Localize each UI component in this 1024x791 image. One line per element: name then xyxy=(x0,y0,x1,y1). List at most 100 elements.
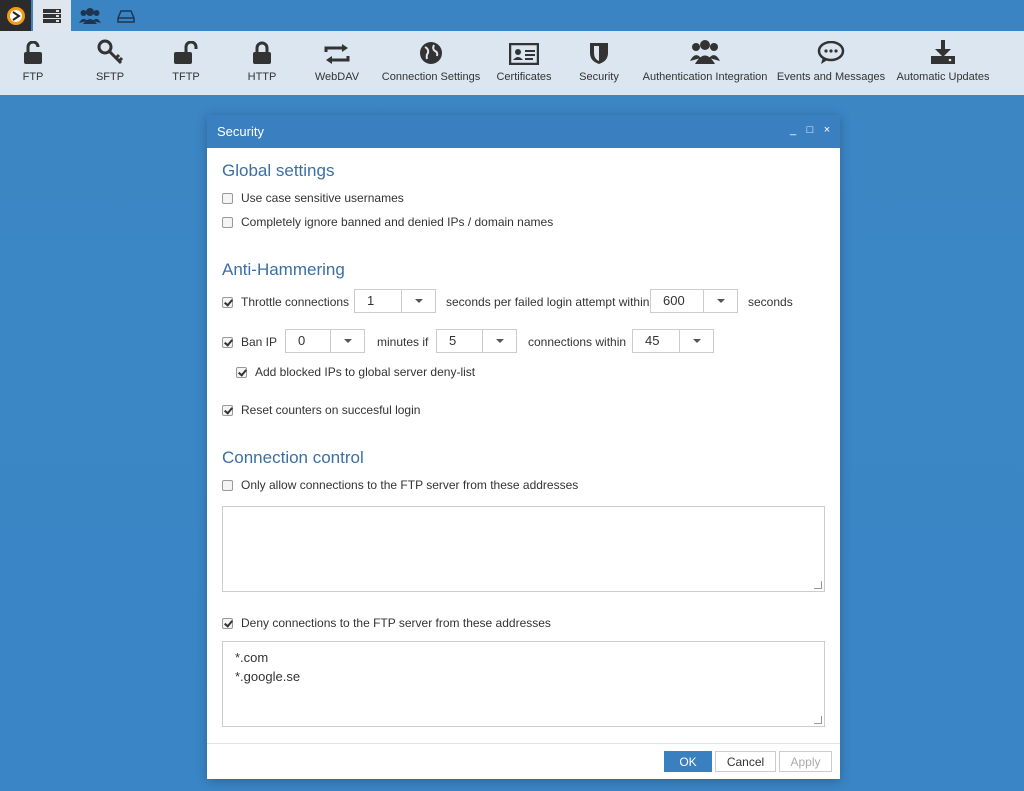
toolbar-webdav[interactable]: WebDAV xyxy=(312,31,362,95)
minimize-icon[interactable]: _ xyxy=(788,124,798,136)
maximize-icon[interactable]: □ xyxy=(805,124,815,136)
users-icon xyxy=(690,40,720,64)
resize-grip-icon[interactable] xyxy=(814,716,822,724)
checkbox-box[interactable] xyxy=(222,296,233,308)
checkbox-label: Completely ignore banned and denied IPs … xyxy=(241,215,554,229)
toolbar-authentication-integration[interactable]: Authentication Integration xyxy=(643,31,767,95)
ok-button[interactable]: OK xyxy=(664,751,712,772)
lock-open-icon xyxy=(24,41,42,64)
address-line: *.google.se xyxy=(235,669,301,684)
checkbox-box[interactable] xyxy=(222,404,233,416)
throttle-end-text: seconds xyxy=(748,295,793,309)
deny-addresses-textarea[interactable]: *.com *.google.se xyxy=(222,641,825,727)
chevron-down-icon[interactable] xyxy=(679,330,713,352)
ban-connections-select[interactable]: 5 xyxy=(436,329,517,353)
toolbar-label: Security xyxy=(579,71,619,83)
connection-control-heading: Connection control xyxy=(222,448,364,467)
checkbox-label: Reset counters on succesful login xyxy=(241,403,421,417)
shield-icon xyxy=(590,43,608,64)
checkbox-box[interactable] xyxy=(236,366,247,378)
ban-mid-text: minutes if xyxy=(377,335,429,349)
toolbar-security[interactable]: Security xyxy=(576,31,622,95)
toolbar-label: Connection Settings xyxy=(381,71,481,83)
checkbox-box[interactable] xyxy=(222,216,233,228)
throttle-checkbox[interactable]: Throttle connections xyxy=(222,295,349,309)
ignore-banned-checkbox[interactable]: Completely ignore banned and denied IPs … xyxy=(222,215,553,229)
toolbar-label: Certificates xyxy=(496,71,552,83)
app-logo[interactable] xyxy=(0,0,31,31)
checkbox-label: Add blocked IPs to global server deny-li… xyxy=(255,365,476,379)
id-card-icon xyxy=(509,43,539,65)
chevron-down-icon[interactable] xyxy=(482,330,516,352)
deny-checkbox[interactable]: Deny connections to the FTP server from … xyxy=(222,616,551,630)
throttle-within-select[interactable]: 600 xyxy=(650,289,738,313)
toolbar-label: SFTP xyxy=(95,71,125,83)
select-value: 600 xyxy=(663,293,685,308)
toolbar-label: Events and Messages xyxy=(776,71,886,83)
case-sensitive-checkbox[interactable]: Use case sensitive usernames xyxy=(222,191,404,205)
toolbar-label: TFTP xyxy=(172,71,200,83)
select-value: 1 xyxy=(367,293,375,308)
resize-grip-icon[interactable] xyxy=(814,581,822,589)
globe-icon xyxy=(420,42,442,64)
dialog-title: Security xyxy=(217,124,264,139)
address-line: *.com xyxy=(235,650,269,665)
dialog-footer: OK Cancel Apply xyxy=(207,743,840,779)
checkbox-box[interactable] xyxy=(222,336,233,348)
toolbar-certificates[interactable]: Certificates xyxy=(494,31,554,95)
servers-tab[interactable] xyxy=(33,0,71,31)
ban-mid2-text: connections within xyxy=(528,335,627,349)
toolbar-label: FTP xyxy=(22,71,44,83)
drive-tab[interactable] xyxy=(107,0,145,31)
chevron-down-icon[interactable] xyxy=(703,290,737,312)
apply-button[interactable]: Apply xyxy=(779,751,832,772)
add-blocked-checkbox[interactable]: Add blocked IPs to global server deny-li… xyxy=(236,365,475,379)
anti-hammering-heading: Anti-Hammering xyxy=(222,260,345,279)
checkbox-label: Ban IP xyxy=(241,335,278,349)
checkbox-box[interactable] xyxy=(222,192,233,204)
ban-minutes-select[interactable]: 0 xyxy=(285,329,365,353)
select-value: 0 xyxy=(298,333,306,348)
cancel-button[interactable]: Cancel xyxy=(715,751,776,772)
top-bar xyxy=(0,0,1024,31)
toolbar-events-and-messages[interactable]: Events and Messages xyxy=(776,31,886,95)
global-settings-heading: Global settings xyxy=(222,161,335,180)
lock-icon xyxy=(253,41,271,64)
dialog-content: Global settings Use case sensitive usern… xyxy=(207,148,840,744)
security-dialog: Security _ □ × Global settings Use case … xyxy=(207,115,840,779)
toolbar-ftp[interactable]: FTP xyxy=(14,31,52,95)
toolbar-automatic-updates[interactable]: Automatic Updates xyxy=(896,31,990,95)
select-value: 5 xyxy=(449,333,457,348)
checkbox-label: Throttle connections xyxy=(241,295,350,309)
checkbox-label: Deny connections to the FTP server from … xyxy=(241,616,551,630)
throttle-mid-text: seconds per failed login attempt within xyxy=(446,295,650,309)
toolbar-tftp[interactable]: TFTP xyxy=(166,31,206,95)
allow-addresses-textarea[interactable] xyxy=(222,506,825,592)
ban-within-select[interactable]: 45 xyxy=(632,329,714,353)
checkbox-box[interactable] xyxy=(222,479,233,491)
toolbar-label: Automatic Updates xyxy=(896,71,990,83)
toolbar-http[interactable]: HTTP xyxy=(242,31,282,95)
reset-counters-checkbox[interactable]: Reset counters on succesful login xyxy=(222,403,420,417)
chevron-down-icon[interactable] xyxy=(330,330,364,352)
dialog-titlebar[interactable]: Security _ □ × xyxy=(207,115,840,148)
allow-only-checkbox[interactable]: Only allow connections to the FTP server… xyxy=(222,478,578,492)
ban-ip-checkbox[interactable]: Ban IP xyxy=(222,335,277,349)
toolbar-sftp[interactable]: SFTP xyxy=(90,31,130,95)
toolbar-connection-settings[interactable]: Connection Settings xyxy=(382,31,480,95)
throttle-seconds-select[interactable]: 1 xyxy=(354,289,436,313)
chat-icon xyxy=(817,41,845,64)
users-icon xyxy=(79,7,101,24)
chevron-down-icon[interactable] xyxy=(401,290,435,312)
drive-icon xyxy=(117,9,135,23)
download-icon xyxy=(931,40,955,64)
users-tab[interactable] xyxy=(71,0,109,31)
select-value: 45 xyxy=(645,333,660,348)
checkbox-box[interactable] xyxy=(222,617,233,629)
close-icon[interactable]: × xyxy=(822,124,832,136)
checkbox-label: Use case sensitive usernames xyxy=(241,191,404,205)
toolbar-label: HTTP xyxy=(247,71,277,83)
sync-icon xyxy=(324,44,350,64)
lock-open-icon xyxy=(174,41,198,64)
toolbar-label: WebDAV xyxy=(314,71,360,83)
